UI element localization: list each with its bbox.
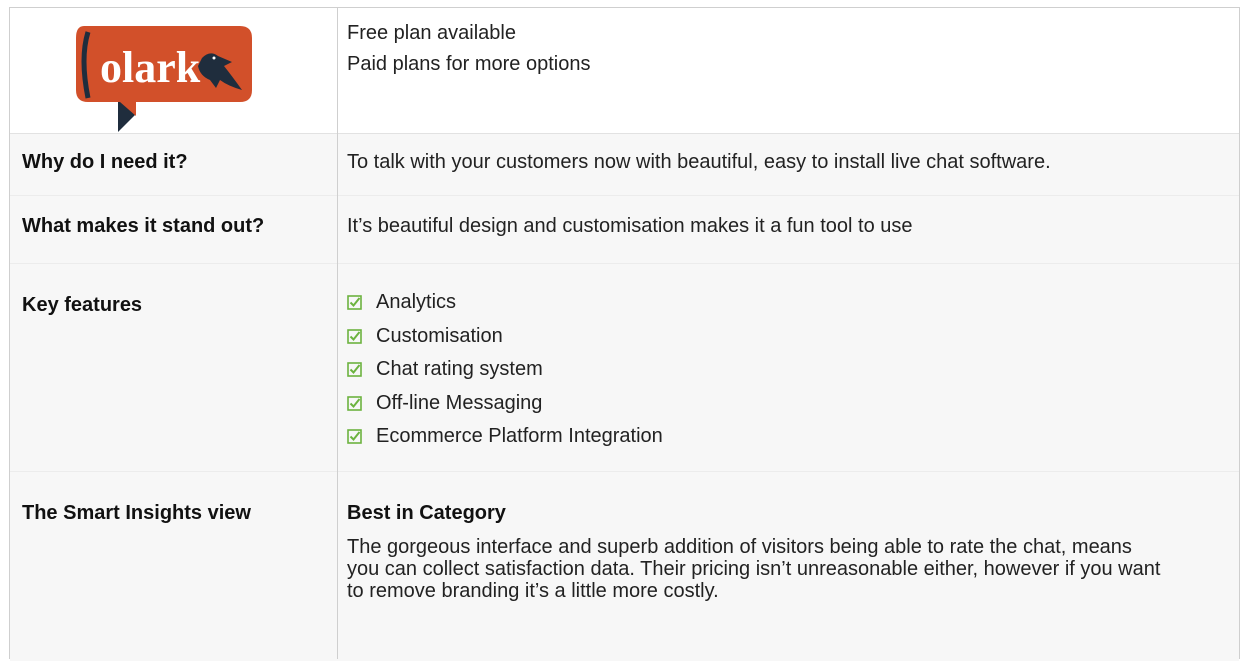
checkbox-checked-icon [347,429,362,445]
need-label: Why do I need it? [22,151,188,173]
view-heading: Best in Category [347,502,506,524]
plan-free: Free plan available [347,22,516,44]
logo-row: olark Free plan available Paid plans for… [10,8,1239,133]
checkbox-checked-icon [347,295,362,311]
view-label: The Smart Insights view [22,502,251,524]
standout-row: What makes it stand out? It’s beautiful … [10,195,1239,263]
features-row: Key features Analytics Customisation Cha… [10,263,1239,471]
features-label: Key features [22,294,143,316]
plan-paid: Paid plans for more options [347,53,591,75]
feature-item: Analytics [347,286,663,320]
olark-logo: olark [70,18,260,138]
checkbox-checked-icon [347,328,362,344]
column-divider [337,8,338,659]
standout-label: What makes it stand out? [22,215,265,237]
need-row: Why do I need it? To talk with your cust… [10,133,1239,195]
feature-item: Ecommerce Platform Integration [347,420,663,454]
feature-item: Off-line Messaging [347,387,663,421]
feature-item: Customisation [347,320,663,354]
view-text: The gorgeous interface and superb additi… [347,536,1161,602]
logo-wordmark: olark [100,43,201,92]
product-table: olark Free plan available Paid plans for… [9,7,1240,661]
checkbox-checked-icon [347,395,362,411]
view-row: The Smart Insights view Best in Category… [10,471,1239,661]
feature-item: Chat rating system [347,353,663,387]
features-list: Analytics Customisation Chat rating syst… [347,286,663,454]
checkbox-checked-icon [347,362,362,378]
need-value: To talk with your customers now with bea… [347,151,1051,173]
standout-value: It’s beautiful design and customisation … [347,215,913,237]
